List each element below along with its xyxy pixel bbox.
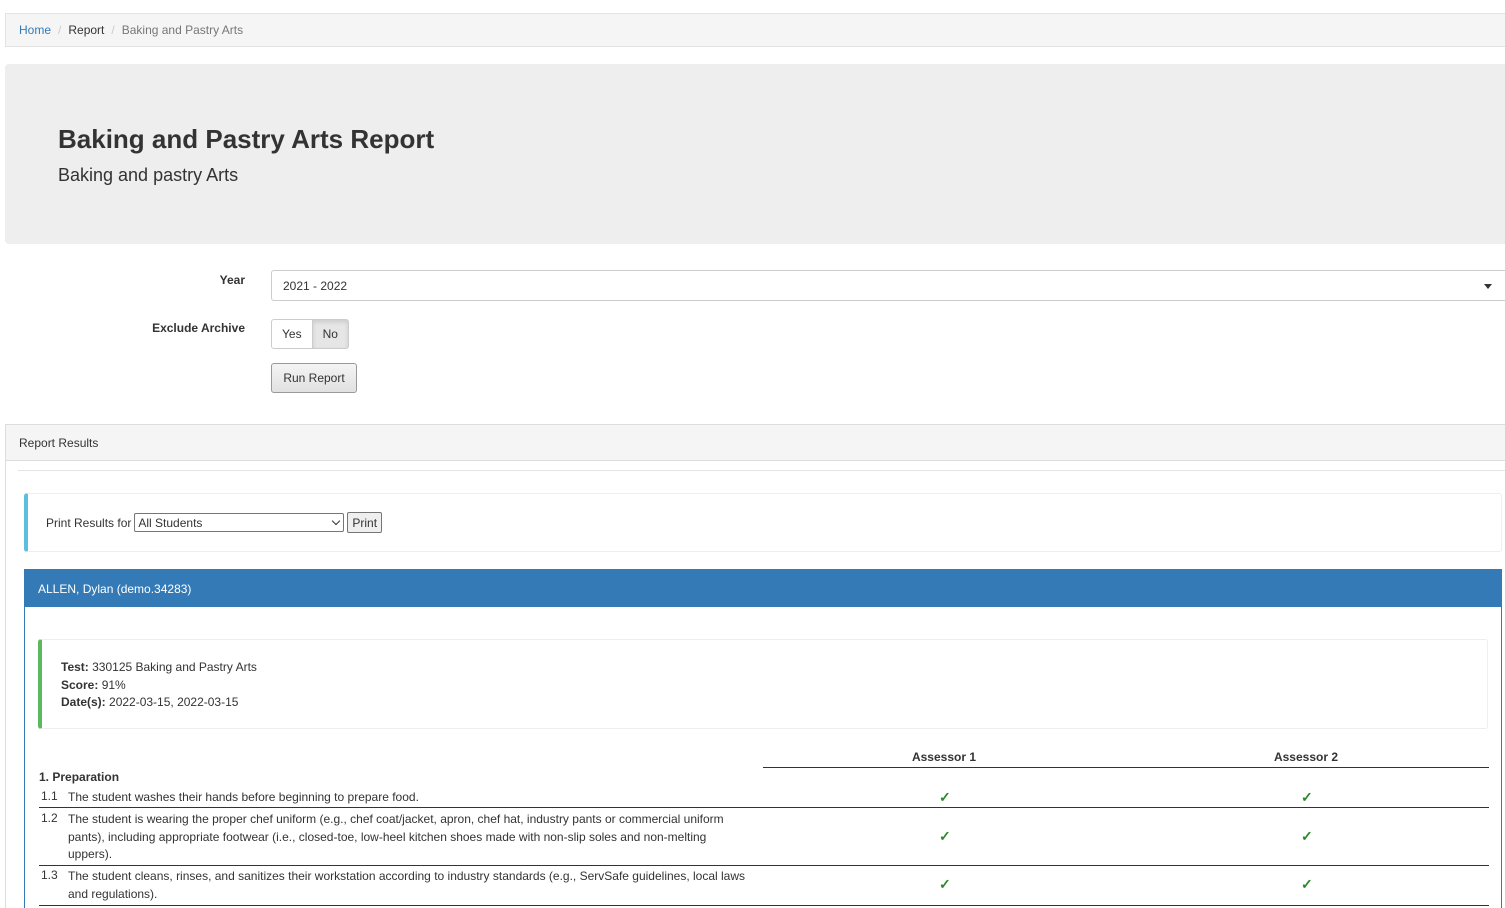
page-header: Baking and Pastry Arts Report Baking and…: [5, 64, 1505, 244]
breadcrumb-separator: /: [58, 23, 62, 37]
row-number: 1.1: [41, 789, 58, 803]
score-line: Score: 91%: [61, 677, 126, 692]
year-select-value: 2021 - 2022: [283, 278, 348, 293]
table-row: 1.2 The student is wearing the proper ch…: [39, 811, 1489, 865]
breadcrumb-current: Baking and Pastry Arts: [121, 23, 244, 37]
checkmark-icon: ✓: [939, 876, 951, 892]
page-title: Baking and Pastry Arts Report: [58, 124, 435, 154]
caret-down-icon: [1484, 284, 1492, 289]
checkmark-icon: ✓: [1301, 789, 1313, 805]
table-row: 1.1 The student washes their hands befor…: [39, 789, 1489, 807]
breadcrumb-separator: /: [111, 23, 115, 37]
checkmark-icon: ✓: [939, 789, 951, 805]
header-rule: [763, 767, 1489, 768]
row-text: The student is wearing the proper chef u…: [68, 812, 724, 861]
table-row: 1.3 The student cleans, rinses, and sani…: [39, 868, 1489, 904]
exclude-archive-yes-button[interactable]: Yes: [271, 319, 313, 349]
row-divider: [39, 905, 1489, 906]
test-value: 330125 Baking and Pastry Arts: [92, 660, 257, 674]
student-panel-header[interactable]: ALLEN, Dylan (demo.34283): [25, 570, 1501, 607]
breadcrumb-home-link[interactable]: Home: [19, 23, 51, 37]
checkmark-icon: ✓: [1301, 876, 1313, 892]
year-label: Year: [219, 273, 245, 287]
section-title: 1. Preparation: [39, 770, 120, 784]
breadcrumb: Home / Report / Baking and Pastry Arts: [5, 13, 1505, 47]
row-text: The student cleans, rinses, and sanitize…: [68, 869, 746, 901]
chevron-down-icon: [332, 516, 341, 526]
row-divider: [39, 807, 1489, 808]
score-value: 91%: [101, 677, 126, 692]
test-line: Test: 330125 Baking and Pastry Arts: [61, 660, 257, 674]
page-subtitle: Baking and pastry Arts: [58, 165, 239, 185]
panel-border: [5, 461, 6, 908]
student-panel: ALLEN, Dylan (demo.34283) Test: 330125 B…: [24, 569, 1502, 908]
report-results-heading: Report Results: [5, 424, 1505, 461]
row-text: The student washes their hands before be…: [68, 790, 419, 804]
print-results-box: Print Results for All Students Print: [24, 493, 1502, 552]
checkmark-icon: ✓: [939, 828, 951, 844]
test-info-box: Test: 330125 Baking and Pastry Arts Scor…: [38, 639, 1488, 729]
year-select[interactable]: 2021 - 2022: [271, 270, 1505, 301]
exclude-archive-label: Exclude Archive: [152, 321, 245, 335]
assessor-2-header: Assessor 2: [1273, 750, 1339, 764]
row-number: 1.2: [41, 811, 58, 825]
print-student-select-value: All Students: [138, 515, 203, 530]
print-results-label: Print Results for: [46, 515, 132, 530]
dates-value: 2022-03-15, 2022-03-15: [109, 695, 239, 709]
row-divider: [39, 865, 1489, 866]
divider: [18, 470, 1505, 471]
dates-line: Date(s): 2022-03-15, 2022-03-15: [61, 695, 239, 709]
assessor-1-header: Assessor 1: [911, 750, 977, 764]
print-button[interactable]: Print: [347, 512, 383, 533]
print-student-select[interactable]: All Students: [134, 513, 345, 532]
checkmark-icon: ✓: [1301, 828, 1313, 844]
run-report-button[interactable]: Run Report: [271, 363, 357, 393]
exclude-archive-toggle: Yes No: [271, 319, 349, 349]
breadcrumb-report: Report: [68, 23, 105, 37]
report-results-title: Report Results: [19, 435, 99, 450]
student-name: ALLEN, Dylan (demo.34283): [38, 581, 192, 596]
exclude-archive-no-button[interactable]: No: [312, 319, 349, 349]
row-number: 1.3: [41, 868, 58, 882]
